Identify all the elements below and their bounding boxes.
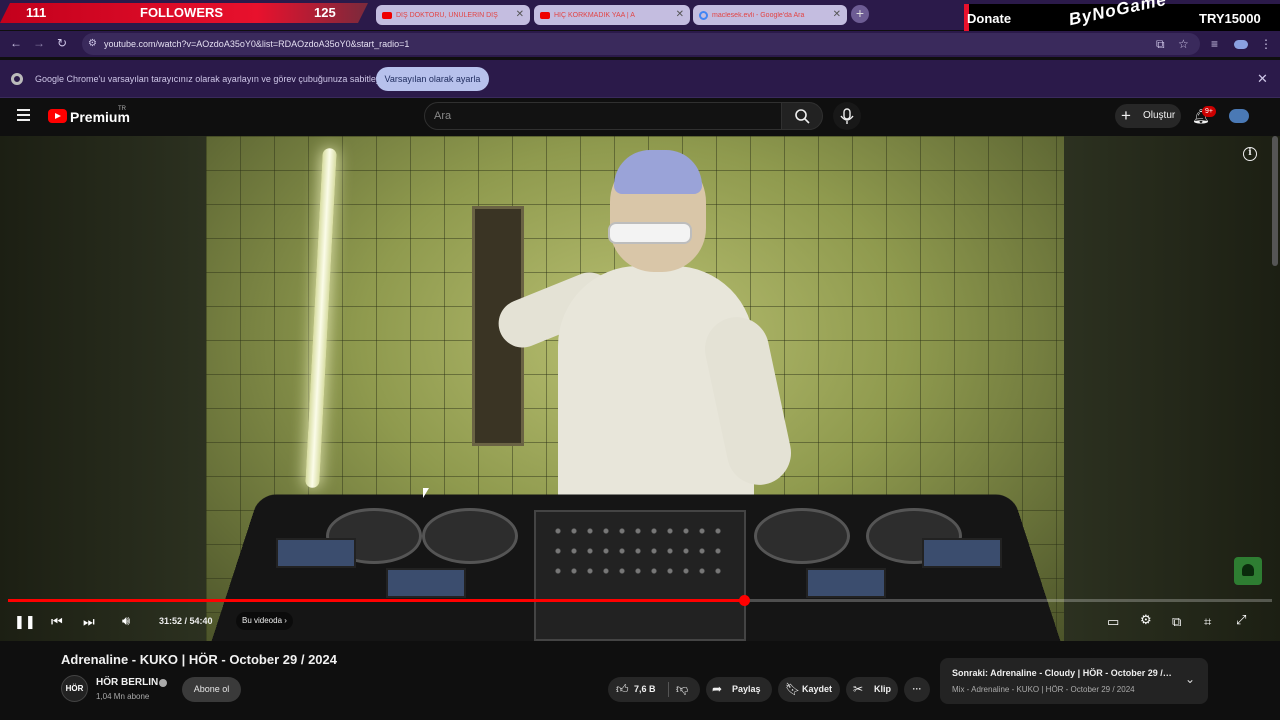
plus-icon: + xyxy=(1121,106,1131,125)
dj-glasses xyxy=(608,222,692,244)
youtube-icon xyxy=(540,11,550,19)
voice-search-button[interactable] xyxy=(833,102,861,130)
volume-icon[interactable]: 🔊︎ xyxy=(122,613,130,629)
close-icon[interactable]: ✕ xyxy=(1257,71,1268,87)
clip-button[interactable]: ✂ Klip xyxy=(846,677,898,702)
next-icon[interactable]: ⏭︎ xyxy=(83,614,95,630)
mixer-knobs xyxy=(550,528,730,534)
divider xyxy=(668,682,669,697)
time-display: 31:52 / 54:40 xyxy=(159,616,213,626)
follower-goal: 125 xyxy=(314,5,336,20)
verified-icon xyxy=(159,679,167,687)
close-tab-icon[interactable]: ✕ xyxy=(833,9,841,20)
deck-screen xyxy=(276,538,356,568)
forward-icon[interactable]: → xyxy=(33,36,45,50)
video-player[interactable] xyxy=(0,136,1280,641)
ambient-left xyxy=(0,136,206,641)
url-text[interactable]: youtube.com/watch?v=AOzdoA35oY0&list=RDA… xyxy=(104,39,409,49)
region-code: TR xyxy=(118,106,126,112)
follower-label: FOLLOWERS xyxy=(140,5,224,20)
like-count[interactable]: 7,6 B xyxy=(634,677,656,702)
jog-wheel xyxy=(754,508,850,564)
deck-screen xyxy=(806,568,886,598)
chapter-label: Bu videoda xyxy=(242,616,283,625)
progress-fill xyxy=(8,599,744,602)
search-icon xyxy=(795,109,810,124)
bookmark-icon: 🔖︎ xyxy=(785,682,801,696)
video-title: Adrenaline - KUKO | HÖR - October 29 / 2… xyxy=(61,652,337,667)
deck-screen xyxy=(386,568,466,598)
search-input[interactable] xyxy=(434,108,734,124)
search-button[interactable] xyxy=(781,102,823,130)
up-next-subtitle: Mix - Adrenaline - KUKO | HÖR - October … xyxy=(952,685,1135,694)
save-button[interactable]: 🔖︎ Kaydet xyxy=(778,677,840,702)
notification-badge: 9+ xyxy=(1202,106,1216,117)
browser-tab-1[interactable]: DİŞ DOKTORU, ÜNÜLERİN DİŞ ✕ xyxy=(376,5,530,25)
chevron-down-icon[interactable]: ⌄ xyxy=(1185,672,1195,686)
donation-goal: TRY15000 xyxy=(1199,11,1261,26)
more-actions-button[interactable]: ··· xyxy=(904,677,930,702)
follower-count: 111 xyxy=(26,5,47,20)
save-label: Kaydet xyxy=(802,684,833,694)
chrome-menu-icon[interactable]: ⋮ xyxy=(1260,37,1272,51)
settings-gear-icon[interactable]: ⚙ xyxy=(1140,612,1152,628)
page-scrollbar[interactable] xyxy=(1272,136,1278,266)
clip-label: Klip xyxy=(874,684,891,694)
youtube-icon xyxy=(382,11,392,19)
tab-title: maclesek.evli - Google'da Ara xyxy=(712,11,805,19)
tab-title: DİŞ DOKTORU, ÜNÜLERİN DİŞ xyxy=(396,11,498,19)
channel-name[interactable]: HÖR BERLIN xyxy=(96,677,158,688)
thumbs-down-icon[interactable]: 👎︎ xyxy=(676,677,688,702)
subscriber-count: 1,04 Mn abone xyxy=(96,692,150,701)
back-icon[interactable]: ← xyxy=(10,36,22,50)
microphone-icon xyxy=(840,108,854,124)
tab-title: HİÇ KORKMADIK YAA | A xyxy=(554,11,635,19)
reload-icon[interactable]: ↻ xyxy=(57,36,67,50)
chrome-icon xyxy=(11,73,23,85)
fullscreen-icon[interactable]: ⤢ xyxy=(1236,612,1246,628)
menu-icon[interactable] xyxy=(17,109,30,121)
close-tab-icon[interactable]: ✕ xyxy=(676,9,684,20)
previous-icon[interactable]: ⏮︎ xyxy=(51,614,63,630)
progress-scrubber[interactable] xyxy=(739,595,750,606)
mouse-cursor xyxy=(423,488,429,498)
up-next-title[interactable]: Sonraki: Adrenaline - Cloudy | HÖR - Oct… xyxy=(952,668,1172,678)
close-tab-icon[interactable]: ✕ xyxy=(516,9,524,20)
video-frame[interactable] xyxy=(206,136,1064,641)
media-controls-icon[interactable]: ≡ xyxy=(1211,37,1218,51)
avatar[interactable] xyxy=(1229,109,1249,123)
install-app-icon[interactable]: ⧉ xyxy=(1156,37,1165,52)
google-icon xyxy=(699,10,708,20)
share-icon: ➦ xyxy=(712,682,723,696)
subtitles-icon[interactable]: ▭ xyxy=(1107,614,1119,630)
infobar-message: Google Chrome'u varsayılan tarayıcınız o… xyxy=(35,74,388,84)
bookmark-star-icon[interactable]: ☆ xyxy=(1178,37,1189,51)
info-icon[interactable]: i xyxy=(1243,147,1257,161)
channel-bell-chip[interactable] xyxy=(1234,557,1262,585)
channel-avatar[interactable]: HÖR xyxy=(61,675,88,702)
share-button[interactable]: ➦ Paylaş xyxy=(706,677,772,702)
browser-tab-2[interactable]: HİÇ KORKMADIK YAA | A ✕ xyxy=(534,5,690,25)
browser-tab-3[interactable]: maclesek.evli - Google'da Ara ✕ xyxy=(693,5,847,25)
pause-icon[interactable]: ❚❚ xyxy=(14,614,36,630)
cast-icon[interactable]: ⌗ xyxy=(1204,614,1211,630)
chapter-button[interactable]: Bu videoda › xyxy=(236,612,293,630)
thumbs-up-icon[interactable]: 👍︎ xyxy=(616,677,629,702)
like-dislike-group: 👍︎ 7,6 B 👎︎ xyxy=(608,677,700,702)
up-next-card[interactable] xyxy=(940,658,1208,704)
share-label: Paylaş xyxy=(732,684,761,694)
scissors-icon: ✂ xyxy=(853,682,864,696)
profile-icon[interactable] xyxy=(1234,40,1248,49)
mixer-knobs xyxy=(550,548,730,554)
deck-screen xyxy=(922,538,1002,568)
mixer-knobs xyxy=(550,568,730,574)
miniplayer-icon[interactable]: ⧉ xyxy=(1172,614,1181,630)
subscribe-button[interactable]: Abone ol xyxy=(182,677,241,702)
site-info-icon[interactable]: ⚙ xyxy=(88,38,97,49)
new-tab-button[interactable]: + xyxy=(851,5,869,23)
youtube-logo-icon[interactable] xyxy=(48,109,67,123)
jog-wheel xyxy=(422,508,518,564)
set-default-button[interactable]: Varsayılan olarak ayarla xyxy=(376,67,489,91)
donate-label: Donate xyxy=(967,11,1012,26)
